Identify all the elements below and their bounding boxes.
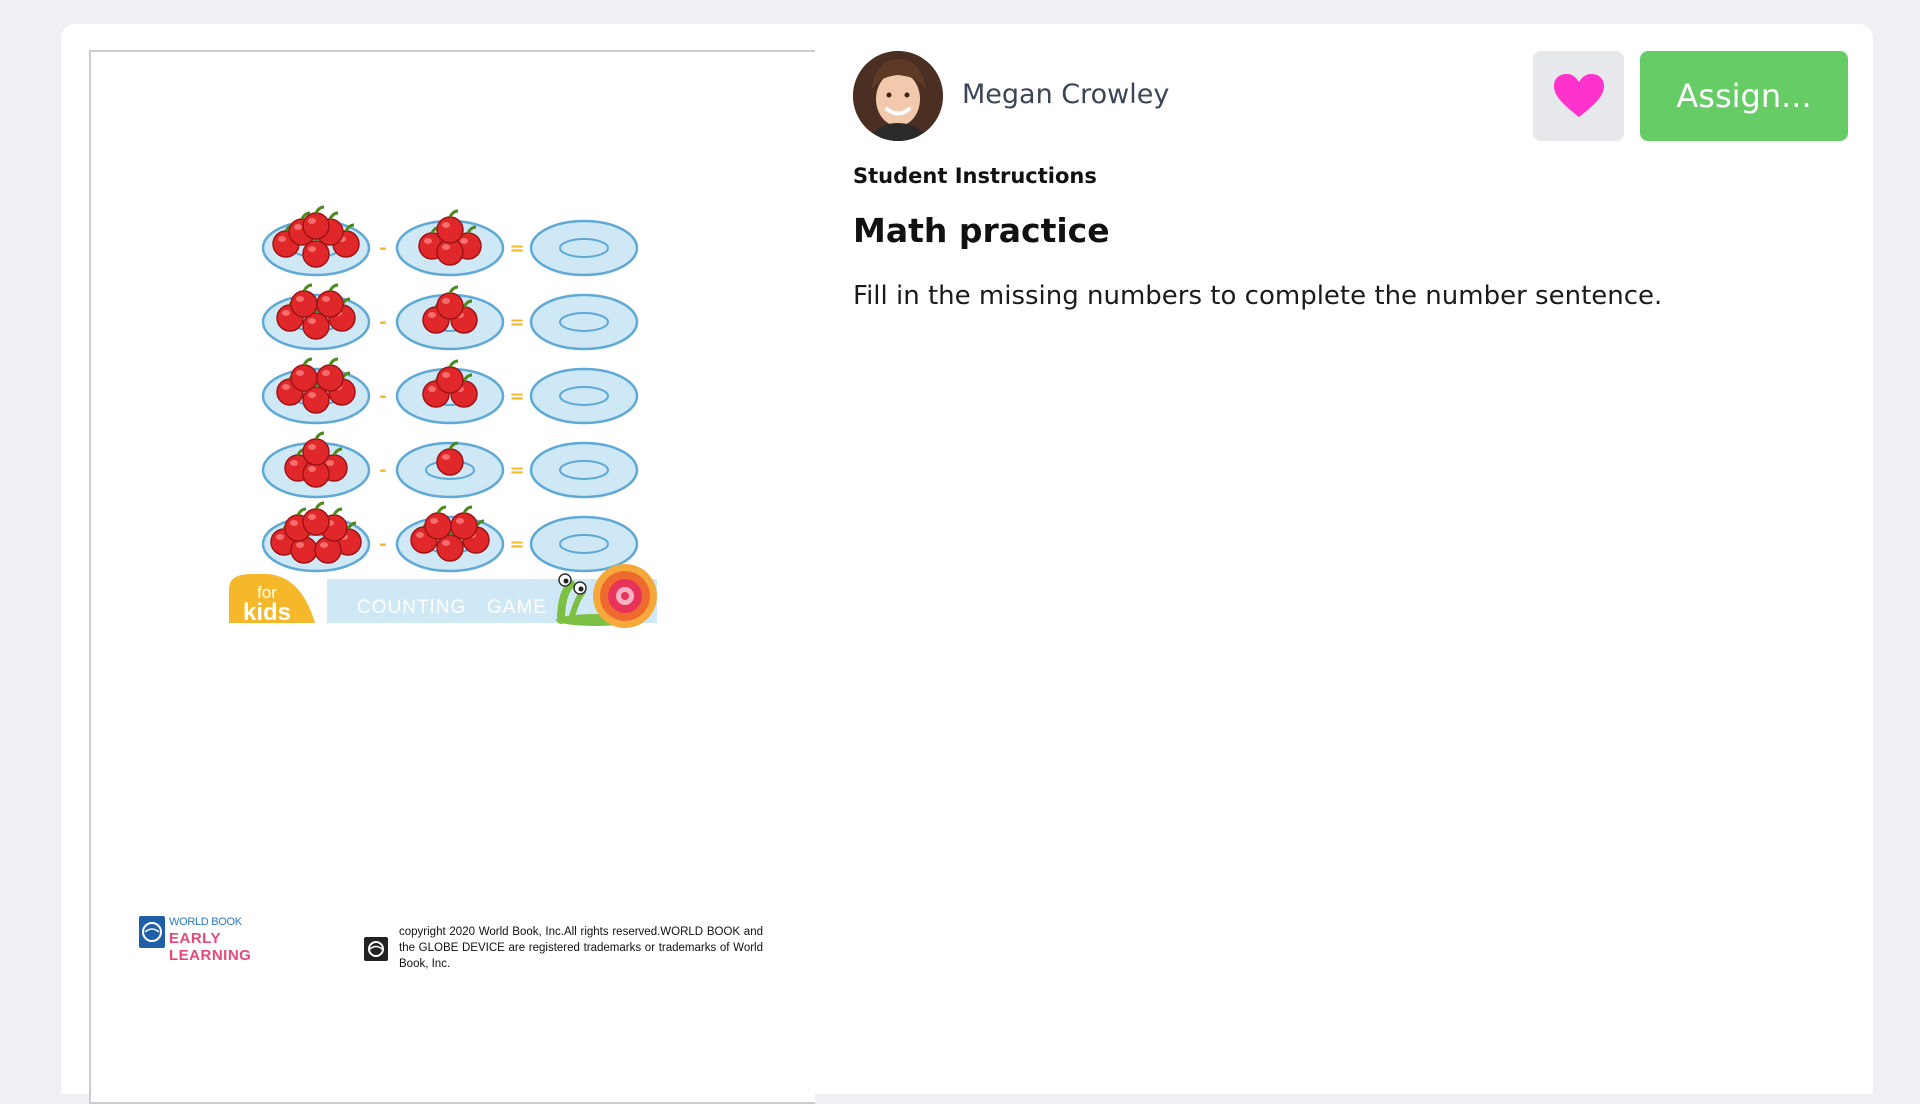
minus-sign: - bbox=[379, 238, 386, 259]
plate-answer bbox=[529, 367, 639, 425]
assignment-title: Math practice bbox=[853, 211, 1110, 250]
logo-text-top: WORLD BOOK bbox=[169, 916, 242, 928]
banner-badge-bottom: kids bbox=[243, 599, 291, 626]
apple-icon bbox=[289, 357, 319, 393]
favorite-button[interactable] bbox=[1533, 51, 1624, 141]
equals-sign: = bbox=[509, 312, 524, 333]
logo-text-bottom: EARLY LEARNING bbox=[169, 930, 252, 964]
apple-icon bbox=[315, 283, 345, 319]
plate-answer bbox=[529, 219, 639, 277]
world-book-logo: WORLD BOOK EARLY LEARNING bbox=[139, 914, 289, 964]
apple-icon bbox=[301, 431, 331, 467]
minus-sign: - bbox=[379, 534, 386, 555]
author-name[interactable]: Megan Crowley bbox=[962, 79, 1169, 110]
apple-icon bbox=[435, 359, 465, 395]
apple-icon bbox=[423, 505, 453, 541]
apple-icon bbox=[435, 209, 465, 245]
globe-device-icon bbox=[364, 937, 388, 961]
apple-icon bbox=[289, 283, 319, 319]
apple-icon bbox=[435, 285, 465, 321]
equals-sign: = bbox=[509, 238, 524, 259]
assignment-instructions: Fill in the missing numbers to complete … bbox=[853, 281, 1663, 311]
equals-sign: = bbox=[509, 386, 524, 407]
assign-button[interactable]: Assign... bbox=[1640, 51, 1848, 141]
apple-icon bbox=[449, 505, 479, 541]
worksheet-preview[interactable]: - = - = - = - = - = for kids COUNTING GAME bbox=[89, 50, 815, 1104]
banner-word-game: GAME bbox=[487, 597, 547, 618]
apple-icon bbox=[301, 501, 331, 537]
apple-icon bbox=[301, 205, 331, 241]
minus-sign: - bbox=[379, 386, 386, 407]
minus-sign: - bbox=[379, 460, 386, 481]
worksheet-illustration: - = - = - = - = - = for kids COUNTING GAME bbox=[229, 205, 657, 628]
counting-game-banner: for kids COUNTING GAME bbox=[229, 564, 657, 628]
copyright-notice: copyright 2020 World Book, Inc.All right… bbox=[399, 926, 763, 970]
plate-answer bbox=[529, 441, 639, 499]
heart-icon bbox=[1553, 74, 1604, 117]
apple-icon bbox=[315, 357, 345, 393]
author-avatar[interactable] bbox=[853, 51, 943, 141]
equals-sign: = bbox=[509, 534, 524, 555]
minus-sign: - bbox=[379, 312, 386, 333]
plate-answer bbox=[529, 293, 639, 351]
assignment-card: - = - = - = - = - = for kids COUNTING GAME bbox=[61, 24, 1873, 1104]
section-label: Student Instructions bbox=[853, 164, 1097, 188]
banner-word-counting: COUNTING bbox=[357, 597, 466, 618]
equals-sign: = bbox=[509, 460, 524, 481]
plate-answer bbox=[529, 515, 639, 573]
